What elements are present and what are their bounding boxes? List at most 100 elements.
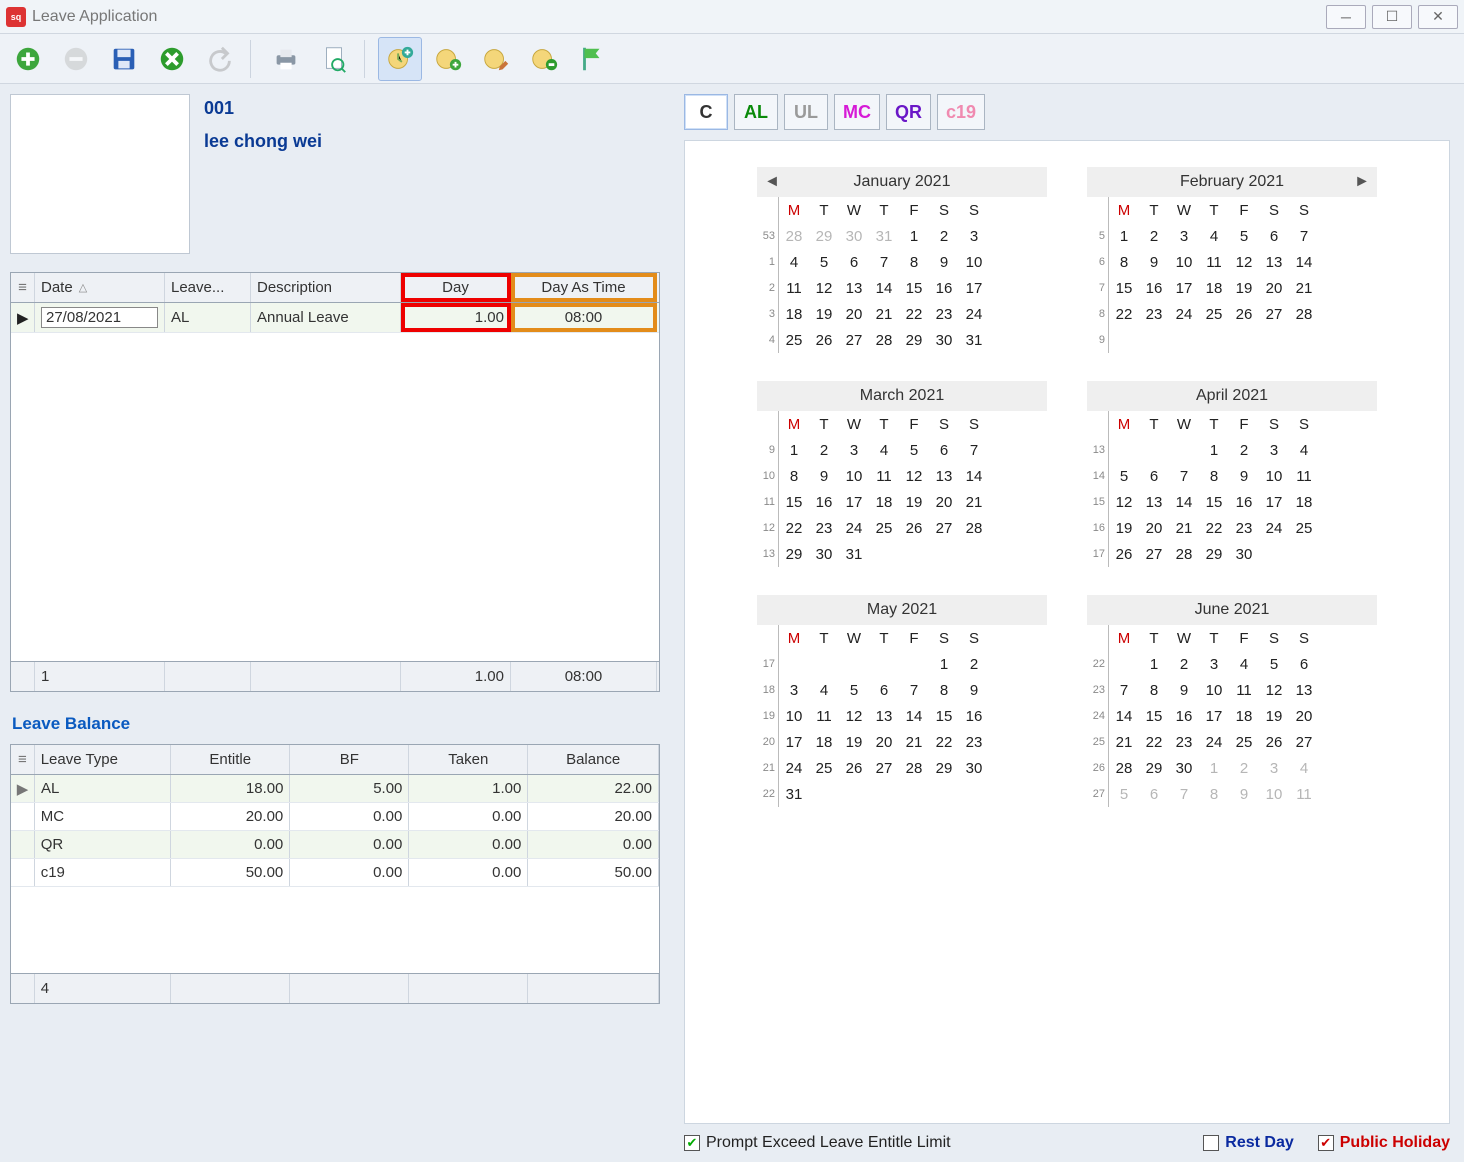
- day-cell[interactable]: 30: [1169, 755, 1199, 781]
- day-cell[interactable]: 1: [929, 651, 959, 677]
- day-cell[interactable]: 6: [1289, 651, 1319, 677]
- day-cell[interactable]: 9: [959, 677, 989, 703]
- day-cell[interactable]: 15: [1199, 489, 1229, 515]
- clock-remove-button[interactable]: [522, 37, 566, 81]
- day-cell[interactable]: 11: [809, 703, 839, 729]
- day-cell[interactable]: 5: [899, 437, 929, 463]
- day-cell[interactable]: 6: [869, 677, 899, 703]
- day-cell[interactable]: 24: [1169, 301, 1199, 327]
- day-cell[interactable]: 11: [1289, 781, 1319, 807]
- day-cell[interactable]: 4: [809, 677, 839, 703]
- print-button[interactable]: [264, 37, 308, 81]
- day-cell[interactable]: 4: [1289, 755, 1319, 781]
- day-cell[interactable]: 12: [839, 703, 869, 729]
- new-button[interactable]: [6, 37, 50, 81]
- day-cell[interactable]: 19: [1229, 275, 1259, 301]
- leave-type-ul-button[interactable]: UL: [784, 94, 828, 130]
- day-cell[interactable]: 1: [1199, 437, 1229, 463]
- day-cell[interactable]: 18: [809, 729, 839, 755]
- day-cell[interactable]: 12: [1259, 677, 1289, 703]
- close-button[interactable]: ✕: [1418, 5, 1458, 29]
- day-cell[interactable]: 22: [779, 515, 809, 541]
- day-cell[interactable]: 7: [959, 437, 989, 463]
- day-cell[interactable]: 20: [1139, 515, 1169, 541]
- day-cell[interactable]: 19: [1259, 703, 1289, 729]
- day-cell[interactable]: 29: [809, 223, 839, 249]
- day-cell[interactable]: 22: [899, 301, 929, 327]
- save-button[interactable]: [102, 37, 146, 81]
- day-cell[interactable]: 20: [839, 301, 869, 327]
- table-row[interactable]: ▶AL18.005.001.0022.00: [11, 775, 659, 803]
- day-cell[interactable]: 12: [1229, 249, 1259, 275]
- day-cell[interactable]: 13: [869, 703, 899, 729]
- day-cell[interactable]: 28: [1109, 755, 1139, 781]
- day-cell[interactable]: 25: [1289, 515, 1319, 541]
- day-cell[interactable]: 19: [809, 301, 839, 327]
- day-cell[interactable]: 19: [1109, 515, 1139, 541]
- day-cell[interactable]: 30: [809, 541, 839, 567]
- day-cell[interactable]: 23: [1139, 301, 1169, 327]
- day-cell[interactable]: 28: [779, 223, 809, 249]
- day-cell[interactable]: 10: [1259, 781, 1289, 807]
- day-cell[interactable]: 27: [1289, 729, 1319, 755]
- day-cell[interactable]: 2: [1139, 223, 1169, 249]
- day-cell[interactable]: 27: [839, 327, 869, 353]
- day-cell[interactable]: 7: [1109, 677, 1139, 703]
- day-cell[interactable]: 16: [809, 489, 839, 515]
- day-cell[interactable]: 25: [869, 515, 899, 541]
- day-cell[interactable]: 2: [1229, 755, 1259, 781]
- day-cell[interactable]: 11: [1229, 677, 1259, 703]
- prev-month-button[interactable]: ◄: [759, 167, 785, 197]
- minimize-button[interactable]: ─: [1326, 5, 1366, 29]
- col-header-entitle[interactable]: Entitle: [171, 745, 290, 774]
- day-cell[interactable]: 16: [1229, 489, 1259, 515]
- delete-button[interactable]: [150, 37, 194, 81]
- day-cell[interactable]: 15: [779, 489, 809, 515]
- day-cell[interactable]: 7: [899, 677, 929, 703]
- day-cell[interactable]: 4: [869, 437, 899, 463]
- day-cell[interactable]: 7: [1169, 781, 1199, 807]
- day-cell[interactable]: 2: [809, 437, 839, 463]
- day-cell[interactable]: 6: [1139, 463, 1169, 489]
- day-cell[interactable]: 24: [1199, 729, 1229, 755]
- day-cell[interactable]: 17: [1259, 489, 1289, 515]
- day-cell[interactable]: 19: [839, 729, 869, 755]
- day-cell[interactable]: 3: [1169, 223, 1199, 249]
- day-cell[interactable]: 5: [839, 677, 869, 703]
- leave-grid[interactable]: ≡ Date△ Leave... Description Day Day As …: [10, 272, 660, 692]
- day-cell[interactable]: 24: [1259, 515, 1289, 541]
- day-cell[interactable]: 8: [1199, 781, 1229, 807]
- day-cell[interactable]: 24: [839, 515, 869, 541]
- day-cell[interactable]: 14: [1109, 703, 1139, 729]
- day-cell[interactable]: 22: [1139, 729, 1169, 755]
- day-cell[interactable]: 13: [839, 275, 869, 301]
- day-cell[interactable]: 3: [839, 437, 869, 463]
- flag-button[interactable]: [570, 37, 614, 81]
- cell-day-as-time[interactable]: 08:00: [511, 303, 657, 332]
- public-holiday-checkbox[interactable]: ✔ Public Holiday: [1318, 1134, 1450, 1152]
- day-cell[interactable]: 18: [1229, 703, 1259, 729]
- day-cell[interactable]: 13: [929, 463, 959, 489]
- day-cell[interactable]: 4: [1199, 223, 1229, 249]
- table-row[interactable]: c1950.000.000.0050.00: [11, 859, 659, 887]
- day-cell[interactable]: 9: [1229, 781, 1259, 807]
- day-cell[interactable]: 21: [869, 301, 899, 327]
- day-cell[interactable]: 7: [1289, 223, 1319, 249]
- day-cell[interactable]: 10: [779, 703, 809, 729]
- day-cell[interactable]: 20: [1259, 275, 1289, 301]
- day-cell[interactable]: 5: [1229, 223, 1259, 249]
- day-cell[interactable]: 18: [1289, 489, 1319, 515]
- day-cell[interactable]: 21: [1289, 275, 1319, 301]
- day-cell[interactable]: 21: [899, 729, 929, 755]
- day-cell[interactable]: 27: [1259, 301, 1289, 327]
- day-cell[interactable]: 11: [869, 463, 899, 489]
- day-cell[interactable]: 8: [1199, 463, 1229, 489]
- grid-handle-icon[interactable]: ≡: [11, 745, 35, 774]
- day-cell[interactable]: 22: [1199, 515, 1229, 541]
- col-header-day[interactable]: Day: [401, 273, 511, 302]
- day-cell[interactable]: 28: [899, 755, 929, 781]
- day-cell[interactable]: 26: [1229, 301, 1259, 327]
- col-header-bf[interactable]: BF: [290, 745, 409, 774]
- day-cell[interactable]: 26: [899, 515, 929, 541]
- day-cell[interactable]: 8: [779, 463, 809, 489]
